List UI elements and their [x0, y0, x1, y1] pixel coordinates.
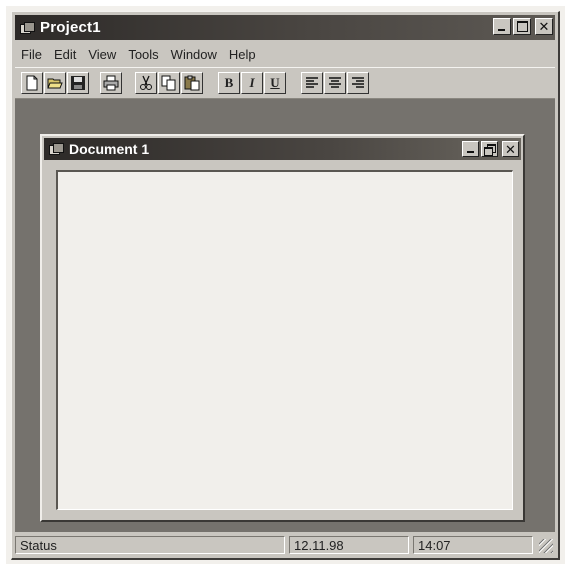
align-center-button[interactable]: [324, 72, 346, 94]
menu-file[interactable]: File: [21, 47, 42, 62]
resize-grip[interactable]: [537, 537, 553, 553]
edit-buttons-group: [135, 72, 204, 94]
bold-button[interactable]: B: [218, 72, 240, 94]
close-button[interactable]: ✕: [535, 18, 553, 35]
status-bar: Status 12.11.98 14:07: [15, 534, 555, 556]
document-restore-button[interactable]: [481, 141, 498, 157]
document-close-button[interactable]: ✕: [502, 141, 519, 157]
mdi-client-area[interactable]: Document 1 ✕: [15, 99, 555, 532]
cut-scissors-icon: [140, 75, 152, 90]
copy-button[interactable]: [158, 72, 180, 94]
format-buttons-group: B I U: [218, 72, 287, 94]
underline-icon: U: [270, 75, 280, 90]
open-button[interactable]: [44, 72, 66, 94]
toolbar: B I U: [15, 67, 555, 99]
paste-button[interactable]: [181, 72, 203, 94]
align-left-button[interactable]: [301, 72, 323, 94]
document-title: Document 1: [69, 141, 150, 157]
document-icon[interactable]: [49, 143, 64, 155]
align-right-button[interactable]: [347, 72, 369, 94]
document-content-area[interactable]: [56, 170, 513, 510]
print-group: [100, 72, 123, 94]
menu-help[interactable]: Help: [229, 47, 256, 62]
document-minimize-button[interactable]: [462, 141, 479, 157]
print-button[interactable]: [100, 72, 122, 94]
align-right-icon: [352, 77, 364, 88]
copy-icon: [161, 75, 176, 91]
status-date: 12.11.98: [289, 536, 409, 554]
app-title: Project1: [40, 19, 101, 36]
minimize-button[interactable]: [493, 18, 511, 35]
document-titlebar[interactable]: Document 1 ✕: [44, 138, 521, 160]
new-document-icon: [26, 75, 38, 91]
italic-button[interactable]: I: [241, 72, 263, 94]
align-left-icon: [306, 77, 318, 88]
application-window: Project1 ✕ File Edit View Tools Window H…: [11, 11, 560, 560]
paste-clipboard-icon: [184, 75, 200, 91]
save-disk-icon: [71, 76, 85, 90]
app-titlebar[interactable]: Project1 ✕: [15, 15, 555, 40]
maximize-button[interactable]: [513, 18, 531, 35]
menu-window[interactable]: Window: [171, 47, 217, 62]
cut-button[interactable]: [135, 72, 157, 94]
menu-view[interactable]: View: [88, 47, 116, 62]
app-window-controls: ✕: [491, 18, 553, 35]
open-folder-icon: [47, 78, 63, 89]
align-buttons-group: [301, 72, 370, 94]
align-center-icon: [329, 77, 341, 88]
underline-button[interactable]: U: [264, 72, 286, 94]
printer-icon: [103, 75, 119, 91]
save-button[interactable]: [67, 72, 89, 94]
file-buttons-group: [21, 72, 90, 94]
menu-tools[interactable]: Tools: [128, 47, 158, 62]
new-document-button[interactable]: [21, 72, 43, 94]
italic-icon: I: [249, 75, 255, 90]
status-text: Status: [15, 536, 285, 554]
status-time: 14:07: [413, 536, 533, 554]
menu-edit[interactable]: Edit: [54, 47, 76, 62]
app-icon[interactable]: [20, 21, 35, 34]
document-window[interactable]: Document 1 ✕: [40, 134, 525, 522]
document-window-controls: ✕: [460, 141, 519, 157]
menu-bar: File Edit View Tools Window Help: [15, 43, 555, 65]
bold-icon: B: [224, 75, 234, 90]
